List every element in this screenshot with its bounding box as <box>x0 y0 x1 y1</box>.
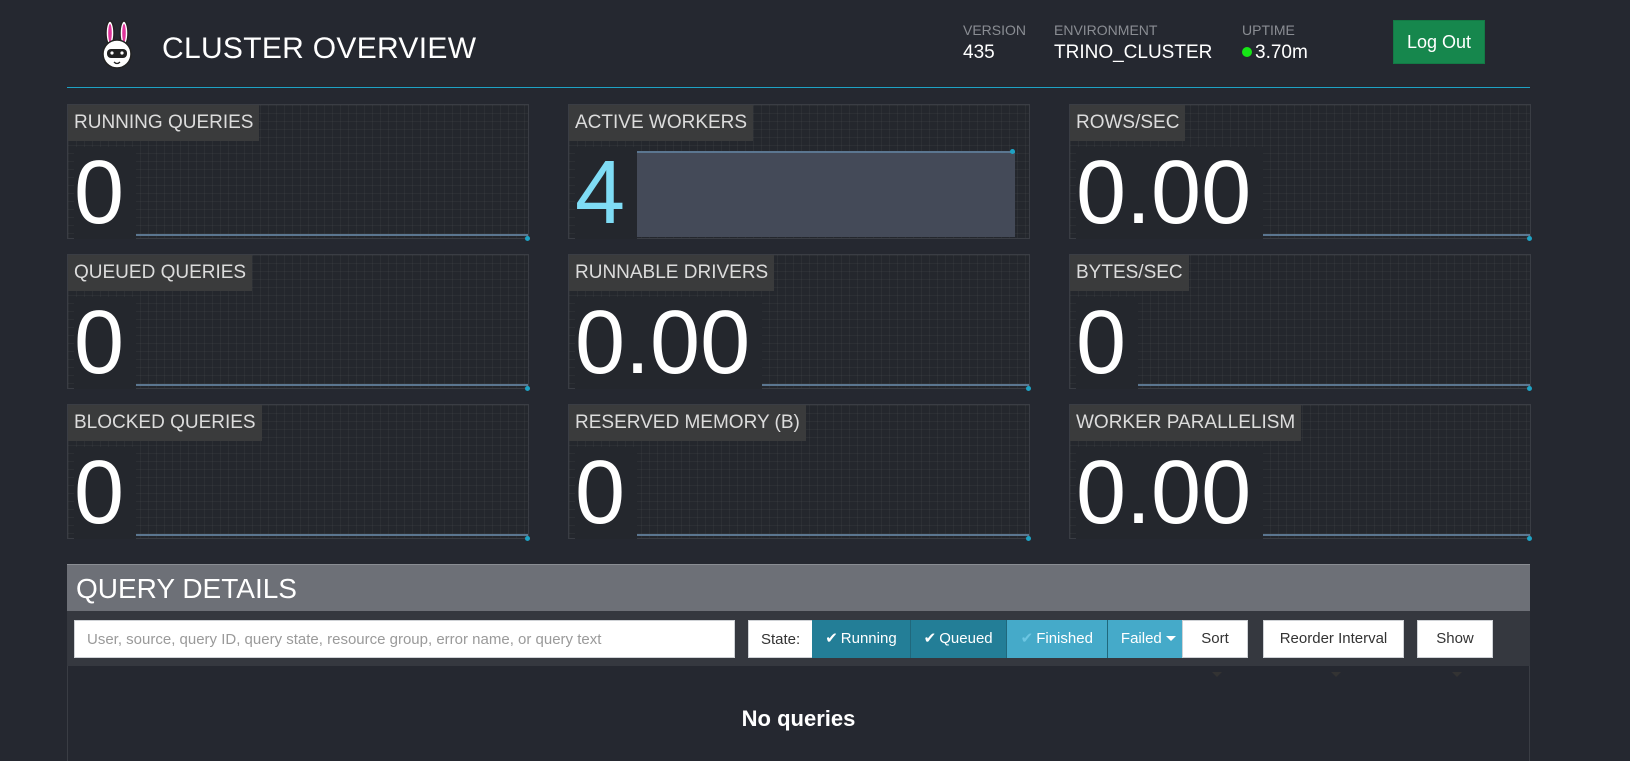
query-details-header: QUERY DETAILS <box>67 564 1530 611</box>
metric-label: ROWS/SEC <box>1070 105 1186 141</box>
metric-value: 4 <box>575 147 638 239</box>
metric-label: RUNNING QUERIES <box>68 105 260 141</box>
logout-button[interactable]: Log Out <box>1393 20 1485 64</box>
sparkline-end-dot <box>525 236 530 241</box>
environment-stat: ENVIRONMENT TRINO_CLUSTER <box>1054 22 1212 64</box>
environment-value: TRINO_CLUSTER <box>1054 42 1213 63</box>
environment-label: ENVIRONMENT <box>1054 22 1158 38</box>
page-title: CLUSTER OVERVIEW <box>162 32 477 65</box>
state-label: State: <box>748 620 813 658</box>
state-queued-label: Queued <box>939 630 993 647</box>
status-dot-icon <box>1242 47 1252 57</box>
top-header: CLUSTER OVERVIEW VERSION 435 ENVIRONMENT… <box>67 0 1530 88</box>
version-label: VERSION <box>963 22 1027 38</box>
show-dropdown[interactable]: Show <box>1417 620 1493 677</box>
state-failed-label: Failed <box>1120 630 1162 647</box>
sparkline <box>1135 384 1532 391</box>
metric-label: RESERVED MEMORY (B) <box>569 405 806 441</box>
sparkline-end-dot <box>1527 386 1532 391</box>
sparkline-end-dot <box>1026 536 1031 541</box>
metric-card-worker-parallelism: WORKER PARALLELISM 0.00 <box>1069 404 1532 541</box>
state-finished-label: Finished <box>1036 630 1093 647</box>
sparkline <box>133 234 530 241</box>
sort-dropdown[interactable]: Sort <box>1182 620 1248 677</box>
metric-label: BLOCKED QUERIES <box>68 405 262 441</box>
sparkline-end-dot <box>525 386 530 391</box>
uptime-value-row: 3.70m <box>1242 42 1308 64</box>
empty-state-message: No queries <box>741 706 856 731</box>
uptime-stat: UPTIME 3.70m <box>1242 22 1308 64</box>
metric-label: ACTIVE WORKERS <box>569 105 754 141</box>
metric-value: 0.00 <box>1076 447 1264 539</box>
metric-label: BYTES/SEC <box>1070 255 1189 291</box>
sparkline-area <box>569 143 1029 239</box>
state-running-toggle[interactable]: ✔ Running <box>812 620 911 658</box>
state-filter-group: State: ✔ Running ✔ Queued ✔ Finished Failed <box>748 620 1189 658</box>
sparkline-bar <box>633 151 1015 237</box>
sparkline <box>1260 234 1532 241</box>
metric-label: RUNNABLE DRIVERS <box>569 255 775 291</box>
sparkline <box>133 534 530 541</box>
show-label: Show <box>1436 630 1474 647</box>
version-value: 435 <box>963 42 995 63</box>
reorder-interval-dropdown[interactable]: Reorder Interval <box>1263 620 1404 677</box>
state-queued-toggle[interactable]: ✔ Queued <box>910 620 1007 658</box>
check-icon: ✔ <box>1020 630 1034 647</box>
check-icon: ✔ <box>923 630 937 647</box>
query-search-input[interactable] <box>74 620 735 658</box>
metric-card-bytes-sec: BYTES/SEC 0 <box>1069 254 1532 391</box>
caret-down-icon <box>1165 636 1176 641</box>
sparkline <box>634 534 1031 541</box>
metric-card-blocked-queries: BLOCKED QUERIES 0 <box>67 404 530 541</box>
metric-value: 0.00 <box>1076 147 1264 239</box>
metric-card-runnable-drivers: RUNNABLE DRIVERS 0.00 <box>568 254 1031 391</box>
sort-label: Sort <box>1201 630 1229 647</box>
metric-value: 0.00 <box>575 297 763 389</box>
sparkline-end-dot <box>525 536 530 541</box>
query-list: No queries <box>67 666 1530 761</box>
state-finished-toggle[interactable]: ✔ Finished <box>1006 620 1108 658</box>
metric-card-reserved-memory: RESERVED MEMORY (B) 0 <box>568 404 1031 541</box>
state-running-label: Running <box>840 630 897 647</box>
version-stat: VERSION 435 <box>963 22 1026 64</box>
sparkline-end-dot <box>1527 236 1532 241</box>
metric-value: 0 <box>74 447 137 539</box>
metric-label: WORKER PARALLELISM <box>1070 405 1302 441</box>
query-details-title: QUERY DETAILS <box>76 573 297 604</box>
reorder-interval-label: Reorder Interval <box>1279 630 1388 647</box>
uptime-value: 3.70m <box>1255 42 1308 63</box>
metric-value: 0 <box>74 297 137 389</box>
sparkline <box>1260 534 1532 541</box>
metric-value: 0 <box>1076 297 1139 389</box>
sparkline-end-dot <box>1026 386 1031 391</box>
metric-card-rows-sec: ROWS/SEC 0.00 <box>1069 104 1532 241</box>
query-toolbar: State: ✔Running ✔Queued ✔Finished Failed… <box>67 611 1530 677</box>
metric-value: 0 <box>575 447 638 539</box>
metric-value: 0 <box>74 147 137 239</box>
sparkline-end-dot <box>1527 536 1532 541</box>
sparkline <box>759 384 1031 391</box>
sparkline <box>133 384 530 391</box>
check-icon: ✔ <box>825 630 838 647</box>
uptime-label: UPTIME <box>1242 22 1295 38</box>
metric-card-running-queries: RUNNING QUERIES 0 <box>67 104 530 241</box>
metric-label: QUEUED QUERIES <box>68 255 253 291</box>
trino-bunny-logo-icon <box>102 20 132 69</box>
sparkline-end-dot <box>1010 149 1015 154</box>
state-failed-dropdown[interactable]: Failed <box>1107 620 1189 658</box>
metric-card-active-workers: ACTIVE WORKERS 4 <box>568 104 1030 239</box>
metric-card-queued-queries: QUEUED QUERIES 0 <box>67 254 530 391</box>
